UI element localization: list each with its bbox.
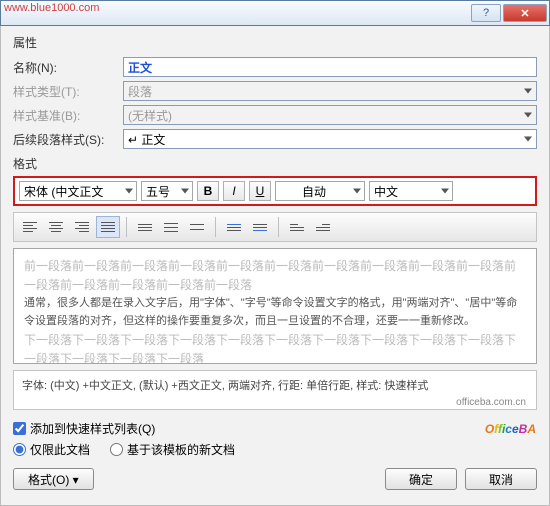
underline-button[interactable]: U	[249, 181, 271, 201]
based-template-radio[interactable]: 基于该模板的新文档	[110, 441, 235, 458]
close-button[interactable]: ✕	[503, 4, 547, 22]
separator	[215, 217, 216, 237]
space-before-dec-button[interactable]	[248, 216, 272, 238]
add-quick-style-checkbox[interactable]: 添加到快速样式列表(Q)	[13, 420, 537, 437]
footer-area: 添加到快速样式列表(Q) 仅限此文档 基于该模板的新文档 格式(O) ▾ 确定 …	[13, 420, 537, 490]
indent-dec-button[interactable]	[285, 216, 309, 238]
properties-heading: 属性	[13, 34, 537, 51]
format-highlight-box: 宋体 (中文正文 五号 B I U 自动 中文	[13, 176, 537, 206]
font-color-value: 自动	[302, 183, 326, 200]
space-before-inc-button[interactable]	[222, 216, 246, 238]
align-center-button[interactable]	[44, 216, 68, 238]
style-type-value: 段落	[128, 83, 152, 100]
name-label: 名称(N):	[13, 59, 123, 76]
italic-button[interactable]: I	[223, 181, 245, 201]
indent-inc-button[interactable]	[311, 216, 335, 238]
separator	[126, 217, 127, 237]
preview-faded-before: 前一段落前一段落前一段落前一段落前一段落前一段落前一段落前一段落前一段落前一段落…	[24, 257, 526, 295]
watermark-url: www.blue1000.com	[4, 2, 99, 14]
based-template-label: 基于该模板的新文档	[127, 441, 235, 458]
name-input[interactable]: 正文	[123, 57, 537, 77]
paragraph-toolbar	[13, 212, 537, 242]
format-menu-button[interactable]: 格式(O) ▾	[13, 468, 94, 490]
only-this-doc-radio[interactable]: 仅限此文档	[13, 441, 90, 458]
font-size-select[interactable]: 五号	[141, 181, 193, 201]
font-size-value: 五号	[146, 183, 170, 200]
bold-button[interactable]: B	[197, 181, 219, 201]
separator	[278, 217, 279, 237]
font-color-select[interactable]: 自动	[275, 181, 365, 201]
line-spacing-1-button[interactable]	[133, 216, 157, 238]
language-value: 中文	[374, 183, 398, 200]
preview-pane: 前一段落前一段落前一段落前一段落前一段落前一段落前一段落前一段落前一段落前一段落…	[13, 248, 537, 364]
only-this-doc-input[interactable]	[13, 443, 26, 456]
based-template-input[interactable]	[110, 443, 123, 456]
logo-subtext: officeba.com.cn	[456, 397, 526, 408]
ok-button[interactable]: 确定	[385, 468, 457, 490]
font-name-select[interactable]: 宋体 (中文正文	[19, 181, 137, 201]
line-spacing-15-button[interactable]	[159, 216, 183, 238]
style-based-value: (无样式)	[128, 107, 172, 124]
following-style-select[interactable]: ↵ 正文	[123, 129, 537, 149]
name-value: 正文	[128, 59, 152, 76]
only-this-doc-label: 仅限此文档	[30, 441, 90, 458]
align-right-button[interactable]	[70, 216, 94, 238]
style-based-select: (无样式)	[123, 105, 537, 125]
align-justify-button[interactable]	[96, 216, 120, 238]
add-quick-style-label: 添加到快速样式列表(Q)	[30, 420, 155, 437]
format-heading: 格式	[13, 155, 537, 172]
language-select[interactable]: 中文	[369, 181, 453, 201]
align-left-button[interactable]	[18, 216, 42, 238]
font-name-value: 宋体 (中文正文	[24, 183, 103, 200]
line-spacing-2-button[interactable]	[185, 216, 209, 238]
following-style-label: 后续段落样式(S):	[13, 131, 123, 148]
cancel-button[interactable]: 取消	[465, 468, 537, 490]
add-quick-style-input[interactable]	[13, 422, 26, 435]
following-style-value: ↵ 正文	[128, 131, 165, 148]
style-type-select: 段落	[123, 81, 537, 101]
help-button[interactable]: ?	[471, 4, 501, 22]
style-based-label: 样式基准(B):	[13, 107, 123, 124]
style-type-label: 样式类型(T):	[13, 83, 123, 100]
preview-body-text: 通常，很多人都是在录入文字后，用"字体"、"字号"等命令设置文字的格式，用"两端…	[24, 295, 526, 330]
preview-faded-after: 下一段落下一段落下一段落下一段落下一段落下一段落下一段落下一段落下一段落下一段落…	[24, 331, 526, 364]
dialog-body: 属性 名称(N): 正文 样式类型(T): 段落 样式基准(B): (无样式) …	[0, 26, 550, 506]
